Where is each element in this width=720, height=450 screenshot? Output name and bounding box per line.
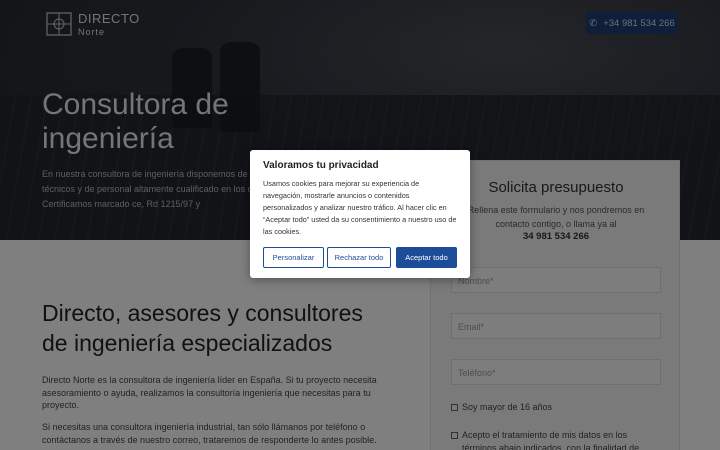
reject-all-button[interactable]: Rechazar todo (327, 247, 391, 268)
cookie-dialog-body: Usamos cookies para mejorar su experienc… (263, 179, 457, 236)
cookie-dialog-title: Valoramos tu privacidad (263, 160, 379, 171)
cookie-consent-dialog: Valoramos tu privacidad Usamos cookies p… (250, 150, 470, 278)
customize-button[interactable]: Personalizar (263, 247, 324, 268)
accept-all-button[interactable]: Aceptar todo (396, 247, 457, 268)
